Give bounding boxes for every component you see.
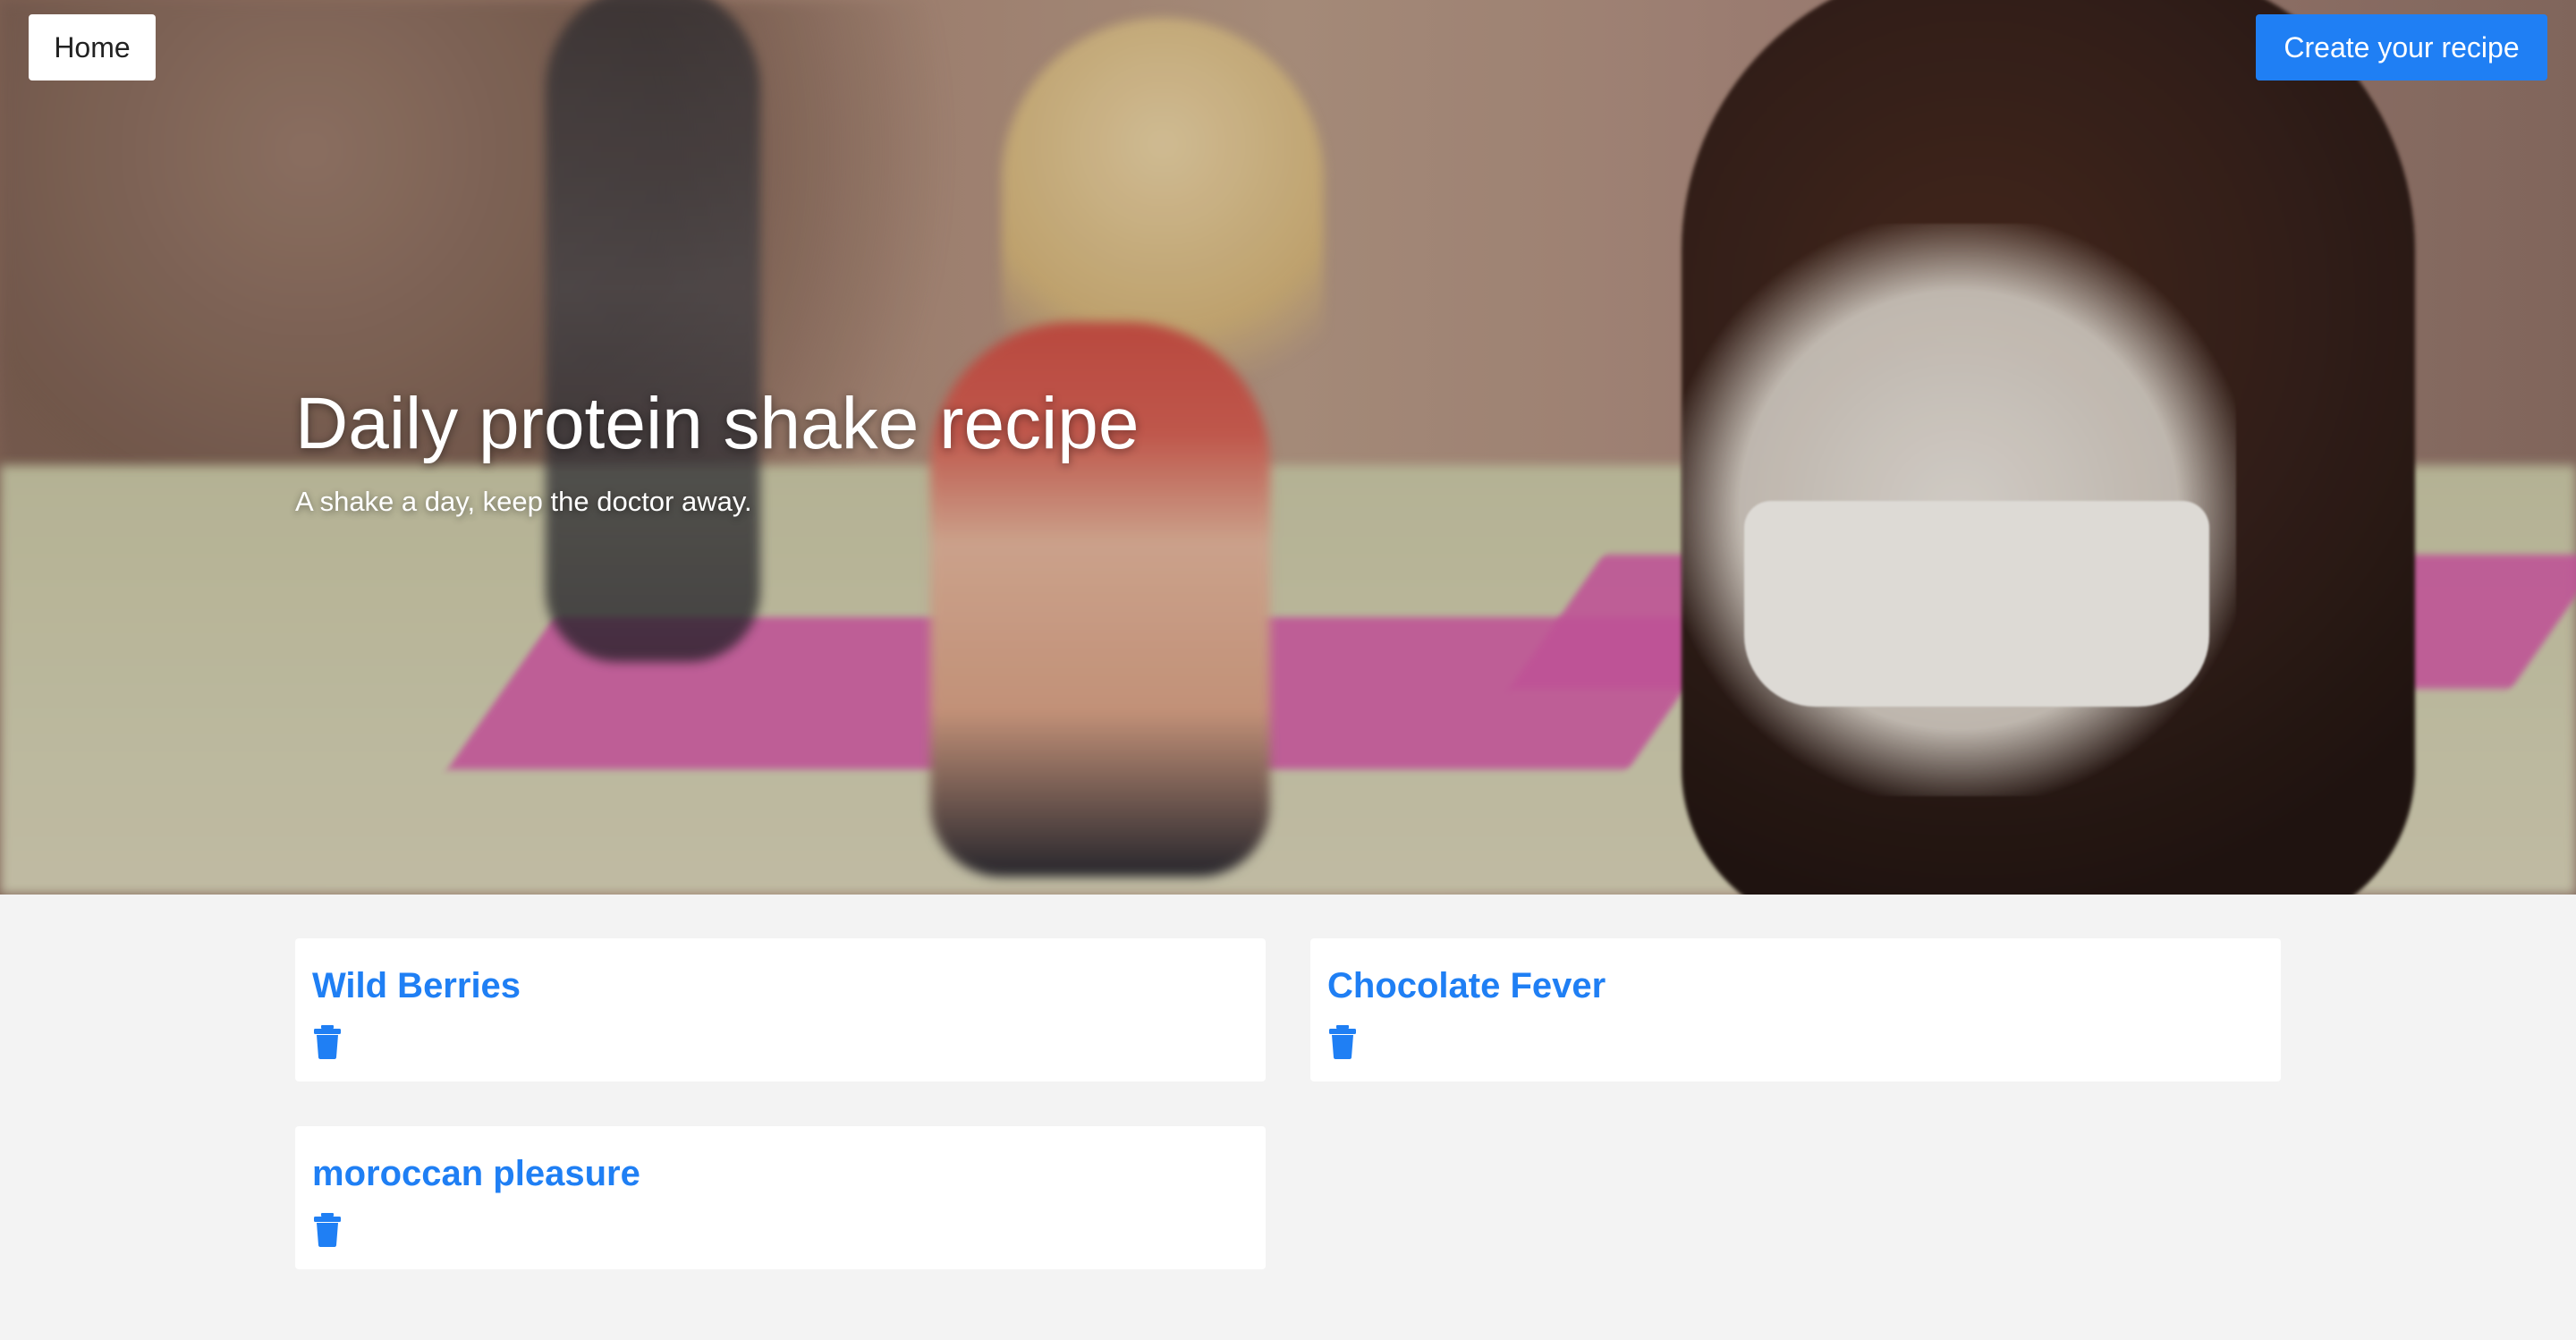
create-recipe-button[interactable]: Create your recipe	[2256, 14, 2547, 81]
home-button[interactable]: Home	[29, 14, 156, 81]
page-subtitle: A shake a day, keep the doctor away.	[295, 486, 752, 517]
recipes-section: Wild Berries Chocolate Fever moroccan pl…	[295, 938, 2281, 1269]
page-title: Daily protein shake recipe	[295, 383, 1140, 464]
trash-icon[interactable]	[1327, 1025, 1358, 1059]
recipe-card: Chocolate Fever	[1310, 938, 2281, 1081]
trash-icon[interactable]	[312, 1025, 343, 1059]
recipe-card: Wild Berries	[295, 938, 1266, 1081]
recipe-card: moroccan pleasure	[295, 1126, 1266, 1269]
recipe-grid: Wild Berries Chocolate Fever moroccan pl…	[295, 938, 2281, 1269]
recipe-title-link[interactable]: Chocolate Fever	[1327, 964, 2264, 1007]
trash-icon[interactable]	[312, 1213, 343, 1247]
recipe-title-link[interactable]: moroccan pleasure	[312, 1152, 1249, 1195]
hero-text: Daily protein shake recipe A shake a day…	[295, 380, 1139, 520]
hero-banner: Home Create your recipe Daily protein sh…	[0, 0, 2576, 895]
recipe-title-link[interactable]: Wild Berries	[312, 964, 1249, 1007]
